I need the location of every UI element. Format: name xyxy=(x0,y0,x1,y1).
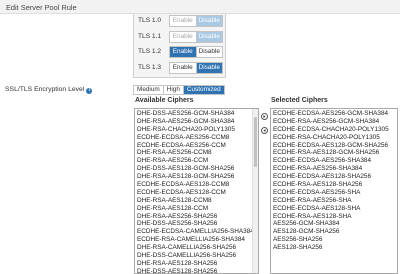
tls-1-3-enable-button[interactable]: Enable xyxy=(170,63,196,73)
available-cipher-item[interactable]: DHE-RSA-AES256-CCM xyxy=(137,157,256,165)
available-cipher-item[interactable]: DHE-RSA-CHACHA20-POLY1305 xyxy=(137,126,256,134)
selected-cipher-item[interactable]: ECDHE-ECDSA-AES128-SHA256 xyxy=(273,173,395,181)
selected-cipher-item[interactable]: AES128-GCM-SHA256 xyxy=(273,228,395,236)
encryption-option-medium[interactable]: Medium xyxy=(134,86,163,94)
available-ciphers-title: Available Ciphers xyxy=(135,97,194,104)
available-cipher-item[interactable]: ECDHE-RSA-CAMELLIA256-SHA384 xyxy=(137,236,256,244)
add-cipher-button[interactable] xyxy=(261,113,268,120)
tls-1-2-enable-button[interactable]: Enable xyxy=(170,47,196,57)
selected-cipher-item[interactable]: AES256-GCM-SHA384 xyxy=(273,220,395,228)
tls-row-1-3: TLS 1.3 Enable Disable xyxy=(134,62,227,74)
selected-cipher-item[interactable]: ECDHE-RSA-AES128-GCM-SHA256 xyxy=(273,149,395,157)
available-cipher-item[interactable]: DHE-RSA-AES128-CCM xyxy=(137,205,256,213)
tls-row-1-0: TLS 1.0 Enable Disable xyxy=(134,15,227,27)
tls-row-1-1: TLS 1.1 Enable Disable xyxy=(134,31,227,43)
selected-cipher-item[interactable]: ECDHE-ECDSA-AES256-SHA xyxy=(273,189,395,197)
available-cipher-item[interactable]: ECDHE-ECDSA-AES256-CCM8 xyxy=(137,134,256,142)
encryption-option-high[interactable]: High xyxy=(162,86,183,94)
scrollbar-thumb[interactable] xyxy=(254,117,257,167)
encryption-level-selector[interactable]: Medium High Customized xyxy=(133,85,225,95)
encryption-option-customized[interactable]: Customized xyxy=(182,86,224,94)
tls-1-3-label: TLS 1.3 xyxy=(138,64,162,71)
available-cipher-item[interactable]: DHE-RSA-AES256-GCM-SHA384 xyxy=(137,118,256,126)
available-cipher-item[interactable]: ECDHE-ECDSA-CAMELLIA256-SHA384 xyxy=(137,228,256,236)
tls-1-0-label: TLS 1.0 xyxy=(138,17,162,24)
available-cipher-item[interactable]: ECDHE-ECDSA-AES256-CCM xyxy=(137,142,256,150)
tls-1-1-disable-button[interactable]: Disable xyxy=(195,32,222,42)
tls-row-1-2: TLS 1.2 Enable Disable xyxy=(134,46,227,58)
available-cipher-item[interactable]: ECDHE-ECDSA-AES128-CCM8 xyxy=(137,181,256,189)
selected-cipher-item[interactable]: ECDHE-ECDSA-AES128-GCM-SHA256 xyxy=(273,142,395,150)
selected-cipher-item[interactable]: ECDHE-ECDSA-AES256-SHA384 xyxy=(273,157,395,165)
selected-cipher-item[interactable]: AES128-SHA256 xyxy=(273,244,395,252)
available-cipher-item[interactable]: DHE-RSA-AES128-SHA256 xyxy=(137,260,256,268)
tls-1-3-disable-button[interactable]: Disable xyxy=(195,63,222,73)
tls-1-2-disable-button[interactable]: Disable xyxy=(195,47,222,57)
encryption-level-text: SSL/TLS Encryption Level xyxy=(5,86,85,93)
available-cipher-item[interactable]: DHE-RSA-AES128-GCM-SHA256 xyxy=(137,173,256,181)
info-icon[interactable]: i xyxy=(86,88,93,94)
available-cipher-item[interactable]: DHE-DSS-AES128-SHA256 xyxy=(137,268,256,273)
selected-cipher-item[interactable]: ECDHE-ECDSA-AES256-GCM-SHA384 xyxy=(273,110,395,118)
selected-ciphers-title: Selected Ciphers xyxy=(271,97,328,104)
selected-ciphers-list[interactable]: ECDHE-ECDSA-AES256-GCM-SHA384 ECDHE-RSA-A… xyxy=(270,108,398,274)
tls-1-1-label: TLS 1.1 xyxy=(138,33,162,40)
encryption-level-label: SSL/TLS Encryption Level i xyxy=(5,86,93,94)
selected-cipher-item[interactable]: AES256-SHA256 xyxy=(273,236,395,244)
dialog-title: Edit Server Pool Rule xyxy=(6,2,77,12)
arrow-right-icon xyxy=(263,115,266,118)
available-cipher-item[interactable]: DHE-RSA-CAMELLIA256-SHA256 xyxy=(137,244,256,252)
available-cipher-item[interactable]: DHE-DSS-AES128-GCM-SHA256 xyxy=(137,165,256,173)
selected-cipher-item[interactable]: ECDHE-RSA-AES256-SHA xyxy=(273,197,395,205)
tls-1-1-enable-button[interactable]: Enable xyxy=(170,32,196,42)
available-cipher-item[interactable]: DHE-DSS-CAMELLIA256-SHA256 xyxy=(137,252,256,260)
available-ciphers-list[interactable]: DHE-DSS-AES256-GCM-SHA384 DHE-RSA-AES256-… xyxy=(134,108,259,274)
tls-1-2-toggle[interactable]: Enable Disable xyxy=(169,46,223,58)
selected-cipher-item[interactable]: ECDHE-RSA-CHACHA20-POLY1305 xyxy=(273,134,395,142)
available-cipher-item[interactable]: DHE-RSA-AES256-CCM8 xyxy=(137,149,256,157)
available-ciphers-scrollbar[interactable] xyxy=(252,109,258,273)
dialog-titlebar: Edit Server Pool Rule xyxy=(0,0,400,14)
available-cipher-item[interactable]: DHE-DSS-AES256-GCM-SHA384 xyxy=(137,110,256,118)
remove-cipher-button[interactable] xyxy=(261,127,268,134)
tls-1-2-label: TLS 1.2 xyxy=(138,48,162,55)
selected-cipher-item[interactable]: ECDHE-ECDSA-AES128-SHA xyxy=(273,205,395,213)
selected-cipher-item[interactable]: ECDHE-ECDSA-CHACHA20-POLY1305 xyxy=(273,126,395,134)
tls-1-0-toggle[interactable]: Enable Disable xyxy=(169,15,223,27)
available-cipher-item[interactable]: DHE-DSS-AES256-SHA256 xyxy=(137,220,256,228)
tls-1-1-toggle[interactable]: Enable Disable xyxy=(169,31,223,43)
available-cipher-item[interactable]: DHE-RSA-AES128-CCM8 xyxy=(137,197,256,205)
selected-cipher-item[interactable]: ECDHE-RSA-AES128-SHA xyxy=(273,213,395,221)
available-cipher-item[interactable]: DHE-RSA-AES256-SHA256 xyxy=(137,213,256,221)
arrow-left-icon xyxy=(263,129,266,132)
tls-version-panel: TLS 1.0 Enable Disable TLS 1.1 Enable Di… xyxy=(133,14,226,78)
tls-1-3-toggle[interactable]: Enable Disable xyxy=(169,62,223,74)
selected-cipher-item[interactable]: ECDHE-RSA-AES256-GCM-SHA384 xyxy=(273,118,395,126)
tls-1-0-enable-button[interactable]: Enable xyxy=(170,16,196,26)
tls-1-0-disable-button[interactable]: Disable xyxy=(195,16,222,26)
selected-cipher-item[interactable]: ECDHE-RSA-AES128-SHA256 xyxy=(273,181,395,189)
available-cipher-item[interactable]: ECDHE-ECDSA-AES128-CCM xyxy=(137,189,256,197)
selected-cipher-item[interactable]: ECDHE-RSA-AES256-SHA384 xyxy=(273,165,395,173)
